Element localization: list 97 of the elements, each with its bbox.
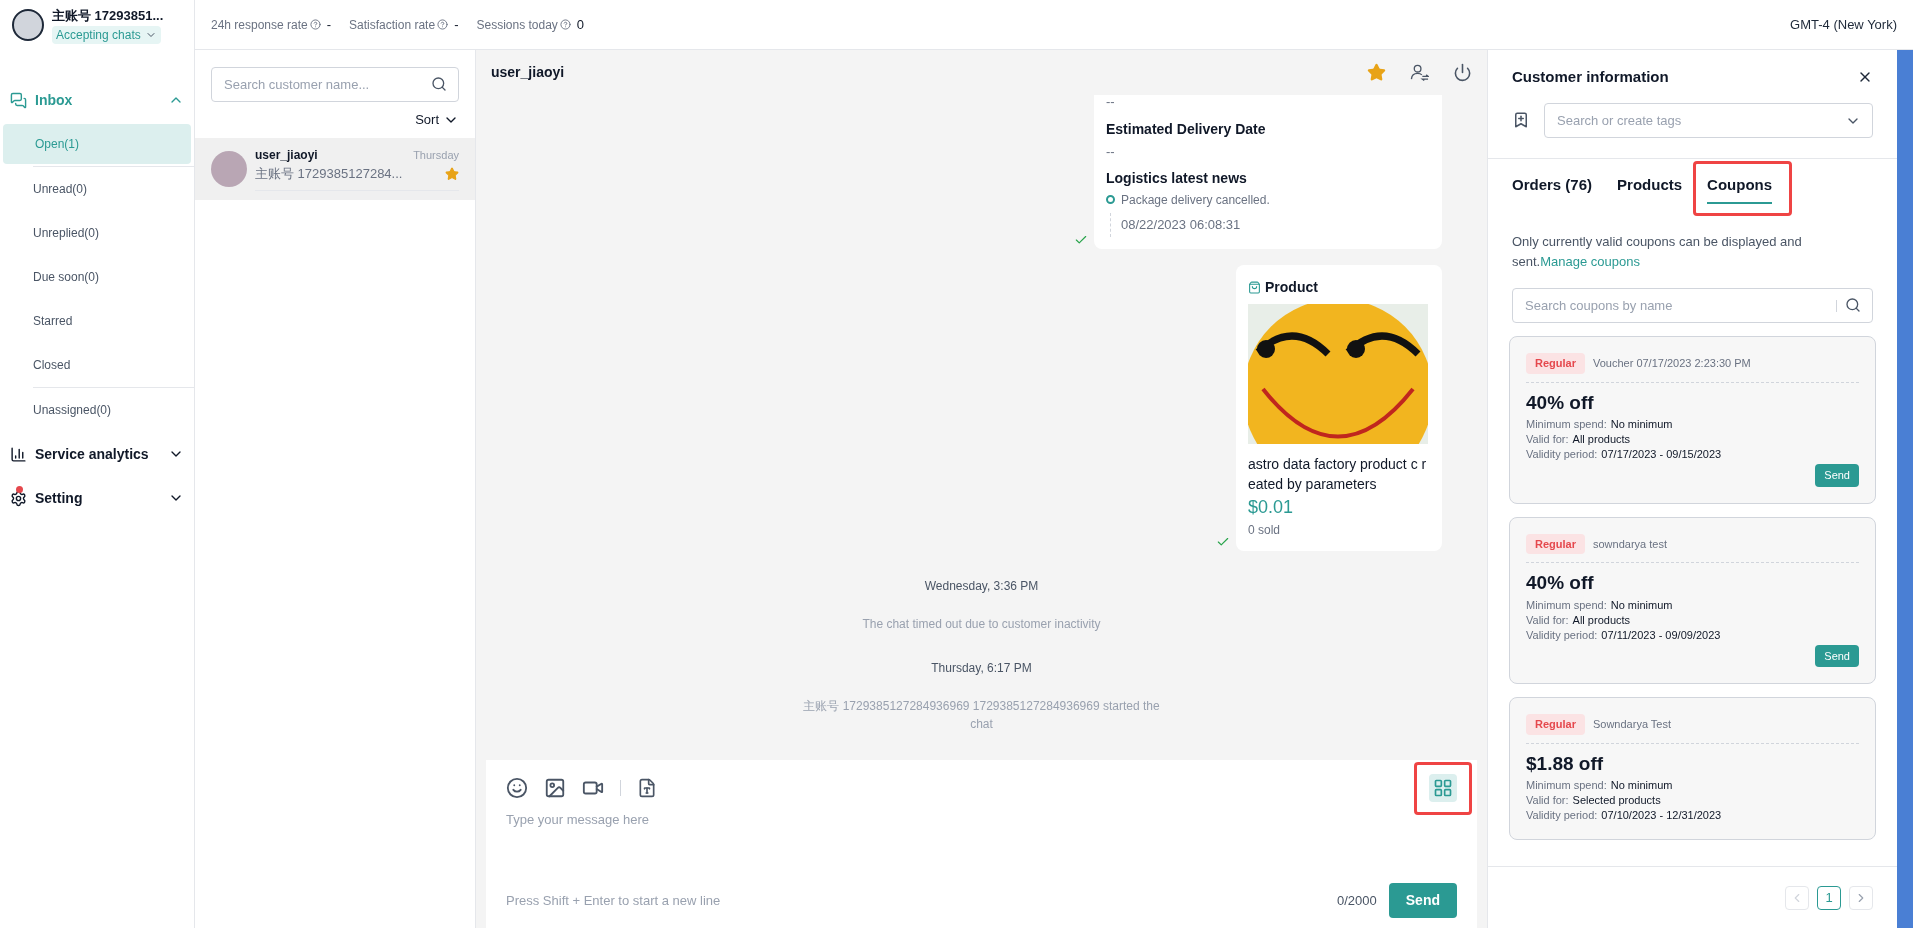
tab[interactable]: Coupons: [1707, 173, 1773, 204]
input-hint: Press Shift + Enter to start a new line: [506, 891, 722, 910]
field-label: Estimated Delivery Date: [1106, 120, 1267, 139]
field-label: Logistics latest news: [1106, 168, 1248, 188]
character-counter: 0/2000: [1337, 891, 1377, 910]
product-name: astro data factory product c reated by parameters: [1248, 454, 1428, 494]
sort-button[interactable]: Sort: [415, 110, 459, 130]
logistics-event: Package delivery cancelled.: [1121, 191, 1270, 209]
system-notice: 主账号 1729385127284936969 1729385127284936969 started the chat: [802, 697, 1161, 733]
product-price: $0.01: [1248, 495, 1295, 519]
conversation-item[interactable]: user_jiaoyi Thursday 主账号 1729385127284...: [195, 137, 475, 200]
detail-label: Valid for:: [1526, 793, 1569, 808]
tab[interactable]: Products: [1617, 173, 1683, 204]
detail-label: Minimum spend:: [1526, 778, 1607, 793]
detail-label: Validity period:: [1526, 627, 1598, 643]
image-icon[interactable]: [544, 777, 566, 799]
account-name: 主账号 17293851...: [52, 7, 164, 26]
tag-select[interactable]: Search or create tags: [1544, 102, 1873, 138]
search-icon: [1845, 297, 1861, 313]
sidebar-section[interactable]: Service analytics: [0, 432, 194, 476]
metric-label: Sessions today: [476, 16, 558, 34]
apps-button[interactable]: [1429, 774, 1457, 802]
metric-label: Satisfaction rate: [349, 16, 436, 34]
grid-icon: [1433, 778, 1453, 798]
timestamp: Wednesday, 3:36 PM: [924, 577, 1039, 595]
coupon-tag: Regular: [1526, 714, 1585, 735]
panel-title: Customer information: [1512, 67, 1670, 87]
detail-label: Valid for:: [1526, 612, 1569, 628]
detail-label: Validity period:: [1526, 447, 1598, 462]
message-preview: 主账号 1729385127284...: [255, 165, 404, 184]
sidebar-item[interactable]: Unassigned(0): [33, 390, 194, 430]
sidebar-item[interactable]: Starred: [33, 301, 194, 341]
detail-value: No minimum: [1610, 778, 1673, 793]
bookmark-plus-icon[interactable]: [1512, 111, 1530, 129]
page-button[interactable]: 1: [1817, 885, 1841, 910]
manage-coupons-link[interactable]: Manage coupons: [1540, 254, 1640, 269]
detail-value: All products: [1572, 612, 1631, 628]
emoji-icon[interactable]: [506, 777, 528, 799]
coupon-discount: 40% off: [1526, 571, 1595, 595]
search-field[interactable]: Search customer name...: [211, 67, 459, 102]
detail-value: Selected products: [1572, 793, 1661, 808]
chat-title: user_jiaoyi: [491, 63, 566, 82]
chat-bubbles-icon: [10, 91, 27, 109]
coupon-discount: 40% off: [1526, 390, 1595, 415]
detail-label: Validity period:: [1526, 808, 1598, 823]
help-icon: [437, 19, 449, 30]
detail-label: Minimum spend:: [1526, 597, 1607, 613]
sold-count: 0 sold: [1248, 521, 1282, 539]
star-button[interactable]: [1367, 63, 1386, 82]
power-icon[interactable]: [1453, 63, 1472, 82]
timestamp: Thursday, 6:17 PM: [931, 659, 1032, 677]
detail-value: 07/17/2023 - 09/15/2023: [1601, 447, 1722, 462]
sidebar-section[interactable]: Setting: [0, 476, 194, 520]
search-icon: [431, 76, 447, 92]
coupon-discount: $1.88 off: [1526, 751, 1605, 776]
coupon-tag: Regular: [1526, 353, 1585, 374]
field-value: --: [1106, 95, 1116, 109]
detail-value: All products: [1572, 432, 1631, 447]
detail-value: 07/11/2023 - 09/09/2023: [1601, 627, 1721, 643]
tab[interactable]: Orders (76): [1512, 173, 1593, 204]
message-input[interactable]: Type your message here: [506, 810, 1457, 830]
account-avatar: [12, 9, 44, 41]
detail-label: Valid for:: [1526, 432, 1569, 447]
help-icon: [559, 19, 571, 30]
coupon-name: Sowndarya Test: [1592, 717, 1672, 732]
timezone-label: GMT-4 (New York): [1790, 15, 1897, 34]
help-icon: [309, 19, 321, 30]
bar-chart-icon: [10, 445, 27, 463]
sidebar-item[interactable]: Unreplied(0): [33, 213, 194, 253]
highlight-frame: [1414, 762, 1472, 815]
sidebar-item[interactable]: Closed: [33, 345, 194, 385]
customer-name: user_jiaoyi: [255, 147, 319, 165]
transfer-user-icon[interactable]: [1410, 63, 1429, 82]
coupon-name: sowndarya test: [1592, 536, 1667, 552]
coupon-tag: Regular: [1526, 533, 1585, 554]
bag-icon: [1248, 280, 1261, 294]
photo-placeholder: [211, 150, 247, 187]
metric-value: -: [326, 15, 332, 34]
system-notice: The chat timed out due to customer inactivity: [862, 615, 1101, 633]
detail-label: Minimum spend:: [1526, 417, 1607, 432]
metric-value: -: [454, 15, 459, 34]
sidebar-item[interactable]: Due soon(0): [33, 257, 194, 297]
metric-label: 24h response rate: [211, 16, 308, 34]
conversation-time: Thursday: [413, 148, 459, 163]
detail-value: No minimum: [1610, 417, 1673, 432]
field-value: --: [1106, 143, 1116, 161]
event-time: 08/22/2023 06:08:31: [1121, 215, 1241, 234]
detail-value: 07/10/2023 - 12/31/2023: [1601, 808, 1722, 823]
coupon-name: Voucher 07/17/2023 2:23:30 PM: [1592, 356, 1751, 371]
sidebar-item[interactable]: Unread(0): [33, 169, 194, 209]
card-title: Product: [1265, 277, 1318, 297]
text-template-icon[interactable]: [637, 778, 657, 798]
coupon-note: Only currently valid coupons can be displayed and sent.Manage coupons: [1511, 233, 1803, 271]
detail-value: No minimum: [1610, 597, 1673, 613]
metric-value: 0: [576, 15, 585, 34]
coupon-search-field[interactable]: Search coupons by name: [1512, 288, 1873, 323]
star-icon: [1367, 63, 1386, 82]
